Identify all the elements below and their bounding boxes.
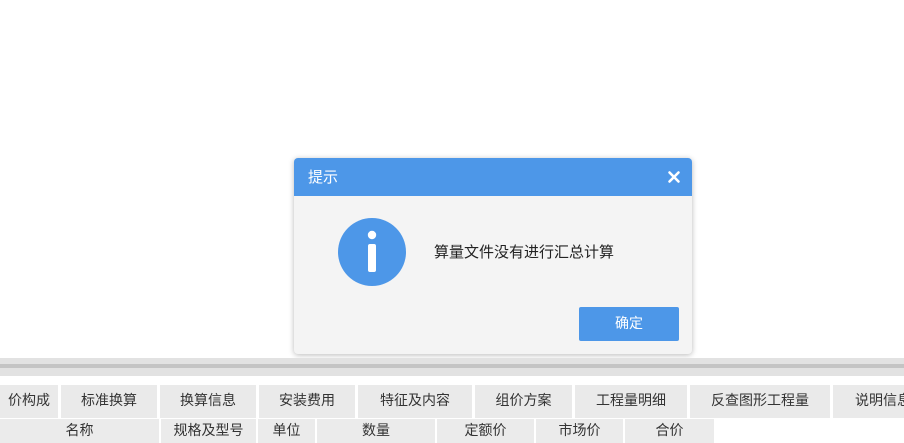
application-window: 提示 算量文件没有进行汇总计算 确定 价构成 标准换算 换算信息 安装费用 特征… <box>0 0 904 443</box>
ok-button[interactable]: 确定 <box>579 307 679 341</box>
tab-pricing-scheme[interactable]: 组价方案 <box>475 385 572 418</box>
column-header-total-price[interactable]: 合价 <box>625 419 714 443</box>
dialog-message: 算量文件没有进行汇总计算 <box>434 243 615 261</box>
column-header-quantity[interactable]: 数量 <box>317 419 435 443</box>
detail-tab-bar: 价构成 标准换算 换算信息 安装费用 特征及内容 组价方案 工程量明细 反查图形… <box>0 385 904 418</box>
tab-features-content[interactable]: 特征及内容 <box>358 385 472 418</box>
tab-standard-conversion[interactable]: 标准换算 <box>61 385 157 418</box>
alert-dialog: 提示 算量文件没有进行汇总计算 确定 <box>294 158 692 354</box>
tab-quantity-details[interactable]: 工程量明细 <box>575 385 687 418</box>
info-icon <box>338 218 406 286</box>
tab-reverse-lookup-quantity[interactable]: 反查图形工程量 <box>690 385 830 418</box>
column-header-market-price[interactable]: 市场价 <box>536 419 623 443</box>
splitter-grip <box>0 364 904 368</box>
column-header-name[interactable]: 名称 <box>0 419 159 443</box>
pane-splitter[interactable] <box>0 358 904 376</box>
resource-table-header: 名称 规格及型号 单位 数量 定额价 市场价 合价 <box>0 419 904 443</box>
close-icon[interactable] <box>664 167 684 187</box>
column-header-quota-price[interactable]: 定额价 <box>437 419 534 443</box>
tab-conversion-info[interactable]: 换算信息 <box>160 385 256 418</box>
dialog-title: 提示 <box>308 168 339 186</box>
dialog-title-bar[interactable]: 提示 <box>294 158 692 196</box>
tab-description-info[interactable]: 说明信息 <box>833 385 904 418</box>
column-header-unit[interactable]: 单位 <box>258 419 315 443</box>
column-header-spec[interactable]: 规格及型号 <box>161 419 256 443</box>
tab-installation-cost[interactable]: 安装费用 <box>259 385 355 418</box>
tab-price-composition[interactable]: 价构成 <box>0 385 58 418</box>
